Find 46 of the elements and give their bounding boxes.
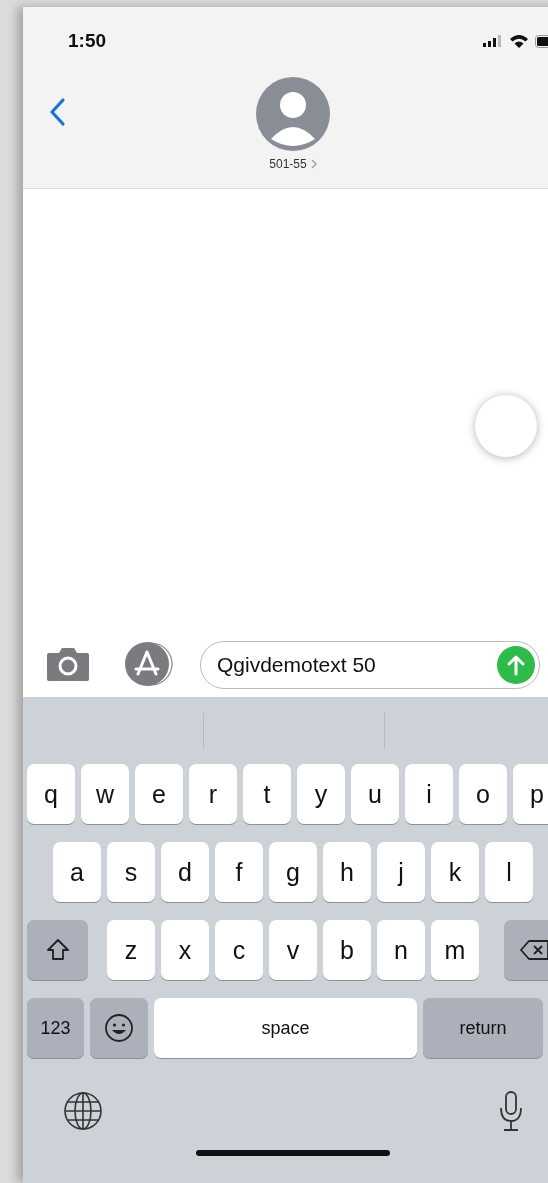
letter-key[interactable]: w	[81, 764, 129, 824]
shift-key[interactable]	[27, 920, 88, 980]
letter-key[interactable]: d	[161, 842, 209, 902]
letter-key[interactable]: x	[161, 920, 209, 980]
letter-key[interactable]: g	[269, 842, 317, 902]
letter-key[interactable]: l	[485, 842, 533, 902]
letter-key[interactable]: r	[189, 764, 237, 824]
emoji-key[interactable]	[90, 998, 148, 1058]
letter-key[interactable]: o	[459, 764, 507, 824]
letter-key[interactable]: v	[269, 920, 317, 980]
letter-key[interactable]: f	[215, 842, 263, 902]
letter-key[interactable]: n	[377, 920, 425, 980]
delete-icon	[518, 938, 548, 962]
chevron-icon	[310, 159, 317, 169]
shift-icon	[44, 937, 71, 963]
avatar-icon[interactable]	[256, 77, 330, 151]
letter-key[interactable]: k	[431, 842, 479, 902]
letter-key[interactable]: j	[377, 842, 425, 902]
signal-icon	[483, 35, 503, 47]
delete-key[interactable]	[504, 920, 548, 980]
status-time: 1:50	[68, 30, 107, 52]
letter-key[interactable]: i	[405, 764, 453, 824]
letter-key[interactable]: y	[297, 764, 345, 824]
numbers-key[interactable]: 123	[27, 998, 84, 1058]
microphone-icon[interactable]	[499, 1090, 523, 1132]
letter-key[interactable]: h	[323, 842, 371, 902]
message-field[interactable]: Qgivdemotext 50	[200, 641, 540, 689]
letter-key[interactable]: b	[323, 920, 371, 980]
letter-key[interactable]: a	[53, 842, 101, 902]
globe-icon[interactable]	[63, 1091, 103, 1131]
smiley-icon	[104, 1013, 134, 1043]
letter-key[interactable]: c	[215, 920, 263, 980]
letter-key[interactable]: q	[27, 764, 75, 824]
letter-key[interactable]: z	[107, 920, 155, 980]
return-key[interactable]: return	[423, 998, 543, 1058]
wifi-icon	[509, 34, 529, 48]
contact-name[interactable]: 501-55	[269, 157, 317, 171]
letter-key[interactable]: u	[351, 764, 399, 824]
letter-key[interactable]: e	[135, 764, 183, 824]
letter-key[interactable]: p	[513, 764, 548, 824]
letter-key[interactable]: m	[431, 920, 479, 980]
letter-key[interactable]: t	[243, 764, 291, 824]
space-key[interactable]: space	[154, 998, 417, 1058]
arrow-up-icon	[507, 654, 525, 676]
back-button[interactable]	[48, 97, 66, 127]
letter-key[interactable]: s	[107, 842, 155, 902]
